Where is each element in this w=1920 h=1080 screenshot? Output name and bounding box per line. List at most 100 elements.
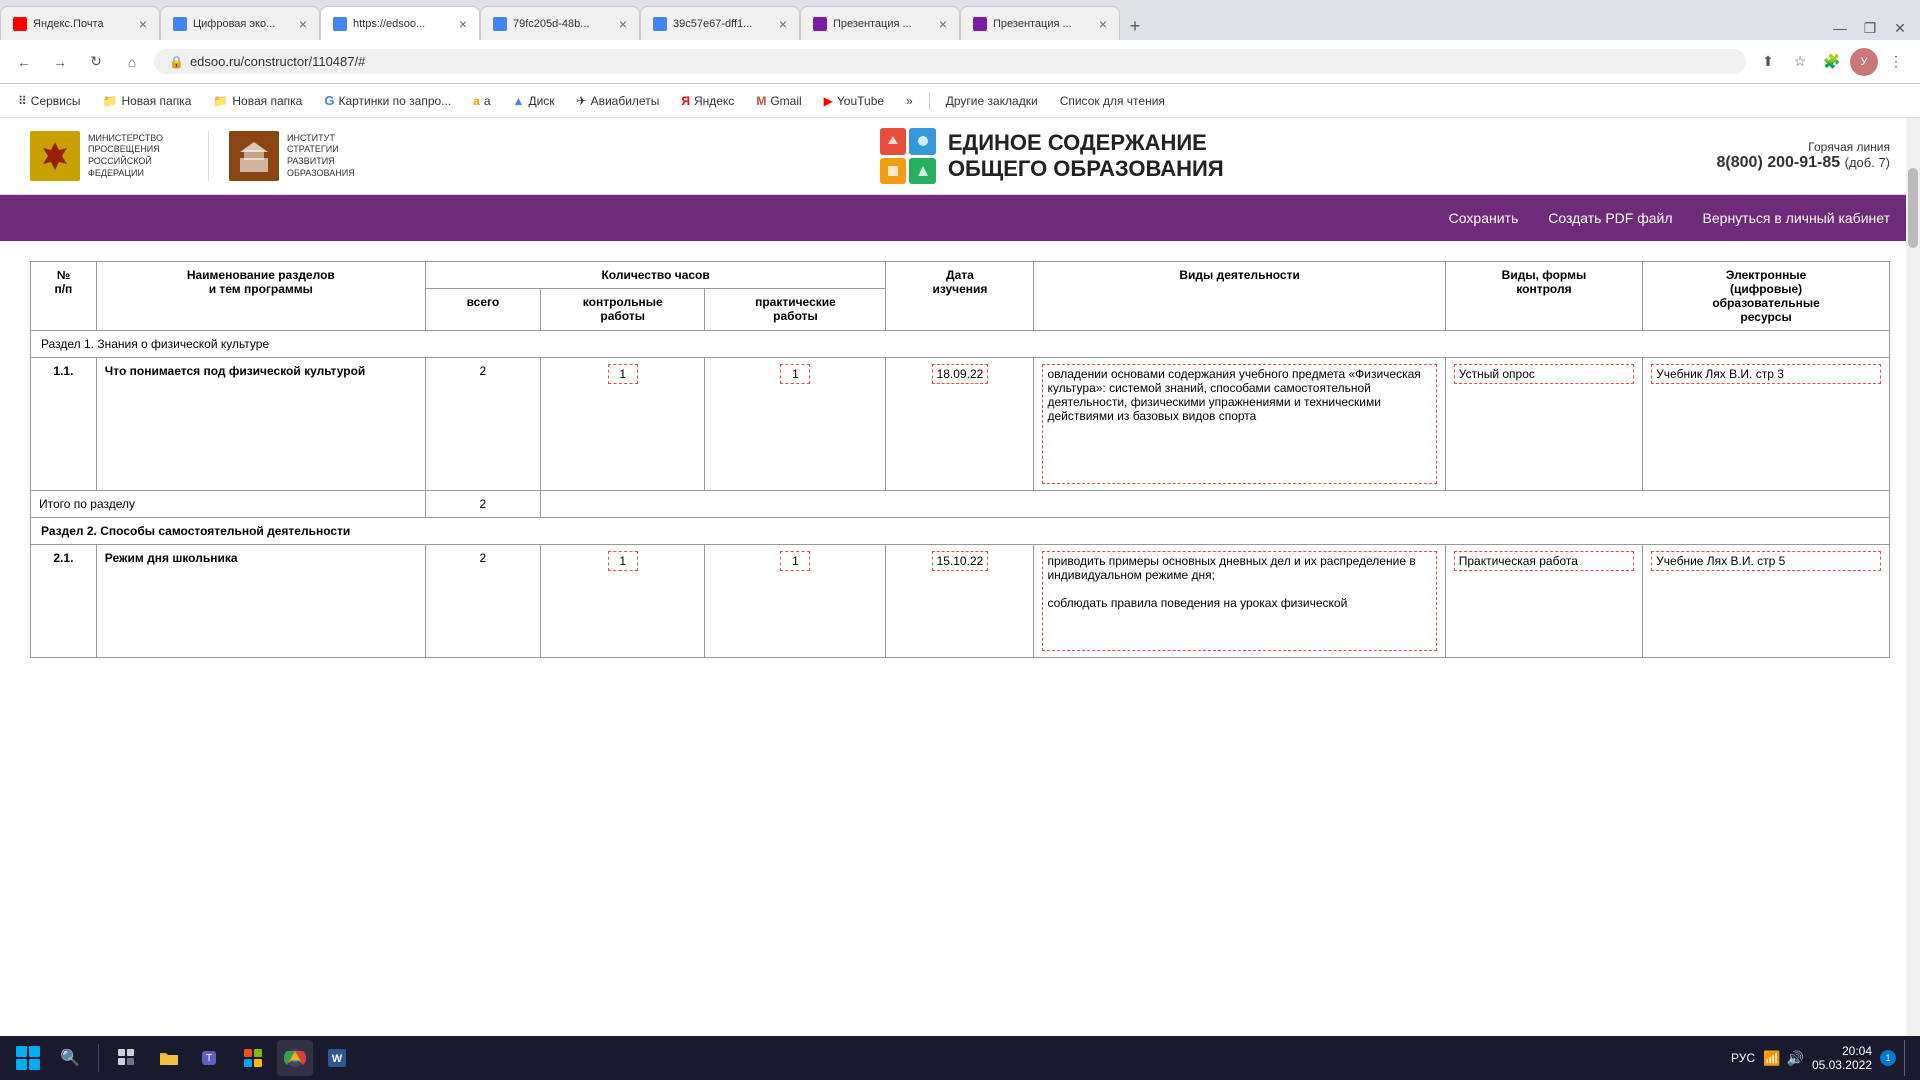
tab-7-close[interactable]: × bbox=[1099, 16, 1107, 32]
bookmark-disk[interactable]: ▲ Диск bbox=[505, 92, 563, 110]
bookmark-more[interactable]: » bbox=[898, 92, 921, 110]
close-window-button[interactable]: ✕ bbox=[1888, 16, 1912, 40]
nav-bar: Сохранить Создать PDF файл Вернуться в л… bbox=[0, 195, 1920, 241]
bookmark-yandex[interactable]: Я Яндекс bbox=[673, 92, 742, 110]
ministry-logo: МИНИСТЕРСТВО ПРОСВЕЩЕНИЯ РОССИЙСКОЙ ФЕДЕ… bbox=[30, 131, 188, 181]
tab-5-close[interactable]: × bbox=[779, 16, 787, 32]
bookmark-youtube[interactable]: ▶ YouTube bbox=[816, 92, 892, 110]
win-quad-3 bbox=[16, 1059, 27, 1070]
extensions-button[interactable]: 🧩 bbox=[1818, 48, 1846, 76]
tab-7[interactable]: Презентация ... × bbox=[960, 6, 1120, 40]
star-button[interactable]: ☆ bbox=[1786, 48, 1814, 76]
file-explorer-button[interactable] bbox=[151, 1040, 187, 1076]
word-taskbar-button[interactable]: W bbox=[319, 1040, 355, 1076]
chrome-taskbar-button[interactable] bbox=[277, 1040, 313, 1076]
bookmark-google[interactable]: G Картинки по запро... bbox=[316, 91, 459, 110]
tab-3[interactable]: https://edsoo... × bbox=[320, 6, 480, 40]
bookmarks-bar: ⠿ Сервисы 📁 Новая папка 📁 Новая папка G … bbox=[0, 84, 1920, 118]
minimize-button[interactable]: — bbox=[1828, 16, 1852, 40]
store-button[interactable] bbox=[235, 1040, 271, 1076]
section-row-2: Раздел 2. Способы самостоятельной деятел… bbox=[31, 518, 1890, 545]
row-2-1-total: 2 bbox=[425, 545, 540, 658]
tab-2[interactable]: Цифровая эко... × bbox=[160, 6, 320, 40]
url-input[interactable]: 🔒 edsoo.ru/constructor/110487/# bbox=[154, 49, 1746, 74]
bookmark-gmail[interactable]: M Gmail bbox=[748, 92, 809, 110]
taskbar-time-date[interactable]: 20:04 05.03.2022 bbox=[1812, 1044, 1872, 1072]
share-button[interactable]: ⬆ bbox=[1754, 48, 1782, 76]
logo-cell-4 bbox=[909, 158, 936, 185]
row-1-1-ctrl-input[interactable]: 1 bbox=[608, 364, 638, 384]
bookmark-avia[interactable]: ✈ Авиабилеты bbox=[569, 92, 668, 110]
header-hours-practical: практические работы bbox=[705, 289, 886, 331]
content-area: № п/п Наименование разделов и тем програ… bbox=[0, 241, 1920, 1003]
tab-1-close[interactable]: × bbox=[139, 16, 147, 32]
other-bookmarks-button[interactable]: Другие закладки bbox=[938, 92, 1046, 110]
teams-button[interactable]: T bbox=[193, 1040, 229, 1076]
curriculum-table: № п/п Наименование разделов и тем програ… bbox=[30, 261, 1890, 658]
forward-button[interactable]: → bbox=[46, 48, 74, 76]
bookmark-a[interactable]: a a bbox=[465, 92, 498, 110]
row-1-1-date: 18.09.22 bbox=[886, 358, 1034, 491]
tab-7-icon bbox=[973, 17, 987, 31]
row-1-1-resources-input[interactable]: Учебник Лях В.И. стр 3 bbox=[1651, 364, 1881, 384]
cabinet-link[interactable]: Вернуться в личный кабинет bbox=[1703, 210, 1890, 226]
tab-1-label: Яндекс.Почта bbox=[33, 18, 133, 30]
tab-3-close[interactable]: × bbox=[459, 16, 467, 32]
tab-6-close[interactable]: × bbox=[939, 16, 947, 32]
tab-4-close[interactable]: × bbox=[619, 16, 627, 32]
row-2-1-date-input[interactable]: 15.10.22 bbox=[932, 551, 989, 571]
row-2-1-ctrl-input[interactable]: 1 bbox=[608, 551, 638, 571]
volume-icon[interactable]: 🔊 bbox=[1787, 1050, 1804, 1067]
show-desktop-button[interactable] bbox=[1904, 1040, 1910, 1076]
notification-badge[interactable]: 1 bbox=[1880, 1050, 1896, 1066]
folder-2-icon: 📁 bbox=[213, 94, 228, 108]
profile-button[interactable]: У bbox=[1850, 48, 1878, 76]
row-2-1-activity-input[interactable]: приводить примеры основных дневных дел и… bbox=[1042, 551, 1436, 651]
bookmark-folder-2[interactable]: 📁 Новая папка bbox=[205, 92, 310, 110]
back-button[interactable]: ← bbox=[10, 48, 38, 76]
reading-list-button[interactable]: Список для чтения bbox=[1052, 92, 1173, 110]
restore-button[interactable]: ❐ bbox=[1858, 16, 1882, 40]
save-link[interactable]: Сохранить bbox=[1449, 210, 1519, 226]
tab-6[interactable]: Презентация ... × bbox=[800, 6, 960, 40]
section-2-label: Раздел 2. Способы самостоятельной деятел… bbox=[41, 524, 350, 538]
reload-button[interactable]: ↻ bbox=[82, 48, 110, 76]
tab-1[interactable]: Яндекс.Почта × bbox=[0, 6, 160, 40]
tab-2-close[interactable]: × bbox=[299, 16, 307, 32]
row-1-1-date-input[interactable]: 18.09.22 bbox=[932, 364, 989, 384]
ministry-line1: МИНИСТЕРСТВО ПРОСВЕЩЕНИЯ bbox=[88, 133, 188, 156]
taskbar-search-button[interactable]: 🔍 bbox=[52, 1040, 88, 1076]
notification-count: 1 bbox=[1885, 1053, 1890, 1063]
new-tab-button[interactable]: + bbox=[1120, 12, 1150, 40]
browser-frame: Яндекс.Почта × Цифровая эко... × https:/… bbox=[0, 0, 1920, 118]
tab-5[interactable]: 39c57e67-dff1... × bbox=[640, 6, 800, 40]
row-1-1-pract-input[interactable]: 1 bbox=[780, 364, 810, 384]
a-label: a bbox=[484, 94, 491, 108]
menu-button[interactable]: ⋮ bbox=[1882, 48, 1910, 76]
tab-4[interactable]: 79fc205d-48b... × bbox=[480, 6, 640, 40]
scrollbar[interactable] bbox=[1906, 118, 1920, 1048]
hotline-info: Горячая линия 8(800) 200-91-85 (доб. 7) bbox=[1717, 140, 1890, 172]
row-2-1-pract-input[interactable]: 1 bbox=[780, 551, 810, 571]
row-1-1-control-type: Устный опрос bbox=[1445, 358, 1642, 491]
logo-cell-3 bbox=[880, 158, 907, 185]
start-button[interactable] bbox=[10, 1040, 46, 1076]
hotline-number: 8(800) 200-91-85 (доб. 7) bbox=[1717, 154, 1890, 172]
win-quad-2 bbox=[29, 1046, 40, 1057]
network-icon[interactable]: 📶 bbox=[1763, 1050, 1780, 1067]
row-1-1-activity-input[interactable]: овладении основами содержания учебного п… bbox=[1042, 364, 1436, 484]
bookmark-services[interactable]: ⠿ Сервисы bbox=[10, 92, 89, 110]
ministry-line2: РОССИЙСКОЙ ФЕДЕРАЦИИ bbox=[88, 156, 188, 179]
row-1-1-ctrl-type-input[interactable]: Устный опрос bbox=[1454, 364, 1634, 384]
home-button[interactable]: ⌂ bbox=[118, 48, 146, 76]
row-2-1-ctrl-type-input[interactable]: Практическая работа bbox=[1454, 551, 1634, 571]
scrollbar-thumb[interactable] bbox=[1908, 168, 1918, 248]
table-row-1-1: 1.1. Что понимается под физической культ… bbox=[31, 358, 1890, 491]
word-icon: W bbox=[326, 1047, 348, 1069]
tab-2-icon bbox=[173, 17, 187, 31]
task-view-button[interactable] bbox=[109, 1040, 145, 1076]
bookmark-folder-1[interactable]: 📁 Новая папка bbox=[95, 92, 200, 110]
pdf-link[interactable]: Создать PDF файл bbox=[1548, 210, 1672, 226]
row-2-1-resources-input[interactable]: Учебние Лях В.И. стр 5 bbox=[1651, 551, 1881, 571]
yandex-icon: Я bbox=[681, 94, 690, 108]
